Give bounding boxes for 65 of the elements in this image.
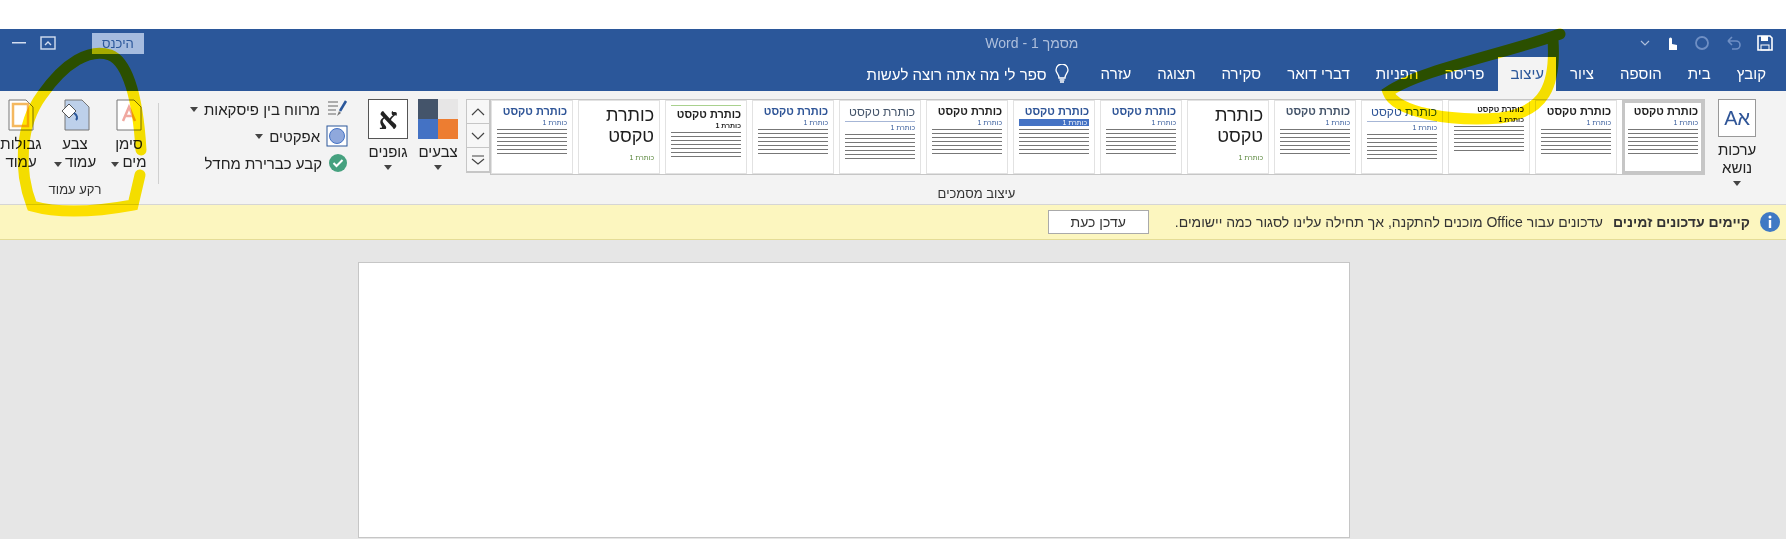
save-icon: [1756, 34, 1774, 52]
ribbon-tab[interactable]: עזרה: [1088, 57, 1144, 91]
fonts-icon: א: [368, 99, 409, 139]
scroll-up-button[interactable]: [467, 100, 490, 124]
info-icon: [1760, 212, 1780, 232]
paragraph-spacing-icon: [326, 99, 349, 119]
thumbnail-title: כותרת טקסט: [845, 105, 916, 122]
color-swatch-icon: [418, 99, 459, 139]
thumbnail-title: כותרת טקסט: [1367, 105, 1438, 122]
effects-icon: [326, 125, 349, 147]
thumbnail-title: כותרת טקסט: [501, 105, 568, 117]
ribbon-option-button[interactable]: קבע כברירת מחדל: [189, 153, 349, 173]
caret-icon: [53, 162, 62, 167]
caret-icon: [255, 133, 264, 139]
thumbnail-title: כותרת טקסט: [1023, 105, 1090, 117]
chevron-icon: [471, 154, 486, 165]
page-background-button[interactable]: צבע עמוד: [50, 99, 100, 182]
ribbon-tab[interactable]: דברי דואר: [1275, 57, 1362, 91]
group-label: עיצוב מסמכים: [937, 186, 1016, 203]
ribbon-option-button[interactable]: אפקטים: [189, 125, 349, 147]
ribbon-tab[interactable]: בית: [1675, 57, 1723, 91]
tell-me-search[interactable]: ספר לי מה אתה רוצה לעשות: [866, 65, 1047, 83]
colors-button[interactable]: צבעים: [416, 99, 461, 170]
caret-icon: [384, 165, 393, 170]
caret-icon: [111, 162, 120, 167]
thumbnail-title: כותרת טקסט: [1214, 105, 1264, 147]
ribbon-display-icon: [40, 36, 56, 50]
ribbon-tab[interactable]: תצוגה: [1145, 57, 1208, 91]
chevron-icon: [471, 106, 486, 117]
themes-icon: Aא: [1718, 99, 1757, 137]
ribbon-tab[interactable]: קובץ: [1724, 57, 1778, 91]
thumbnail-title: כותרת טקסט: [1545, 105, 1612, 117]
thumbnail-title: כותרת טקסט: [671, 105, 742, 120]
ribbon-tab[interactable]: פריסה: [1432, 57, 1497, 91]
thumbnail-title: כותרת טקסט: [1284, 105, 1351, 117]
ribbon-tab[interactable]: ציור: [1558, 57, 1607, 91]
thumbnail-title: כותרת טקסט: [762, 105, 829, 117]
minimize-icon: [12, 41, 26, 45]
message-title: קיימים עדכונים זמינים: [1613, 214, 1750, 230]
page-color-icon: [60, 99, 90, 131]
message-text: עדכונים עבור Office מוכנים להתקנה, אך תחילה עלינו לסגור כמה יישומים.: [1174, 214, 1603, 230]
thumbnail-title: כותרת טקסט: [936, 105, 1003, 117]
caret-icon: [1640, 40, 1650, 46]
scroll-down-button[interactable]: [467, 124, 490, 148]
caret-icon: [1733, 181, 1742, 186]
undo-icon: [1724, 35, 1742, 51]
caret-icon: [189, 106, 198, 112]
lightbulb-icon: [1054, 64, 1069, 84]
ribbon-tab[interactable]: הפניות: [1363, 57, 1431, 91]
update-now-button[interactable]: עדכן כעת: [1047, 210, 1149, 234]
thumbnail-title: כותרת טקסט: [1632, 105, 1699, 117]
thumbnail-title: כותרת טקסט: [605, 105, 655, 147]
fonts-button[interactable]: א גופנים: [366, 99, 411, 170]
ribbon-tab[interactable]: סקירה: [1209, 57, 1274, 91]
caret-icon: [434, 165, 443, 170]
themes-button[interactable]: Aא ערכות נושא: [1711, 99, 1764, 186]
ribbon-option-button[interactable]: מרווח בין פיסקאות: [189, 99, 349, 119]
thumbnail-title: כותרת טקסט: [1110, 105, 1177, 117]
check-circle-icon: [328, 153, 349, 173]
group-label: רקע עמוד: [48, 182, 102, 199]
text-lines-drawing: [1628, 128, 1699, 154]
chevron-icon: [471, 130, 486, 141]
more-button[interactable]: [467, 148, 490, 172]
window-title: מסמך 1 - Word: [984, 35, 1080, 51]
ribbon-tab[interactable]: הוספה: [1608, 57, 1674, 91]
